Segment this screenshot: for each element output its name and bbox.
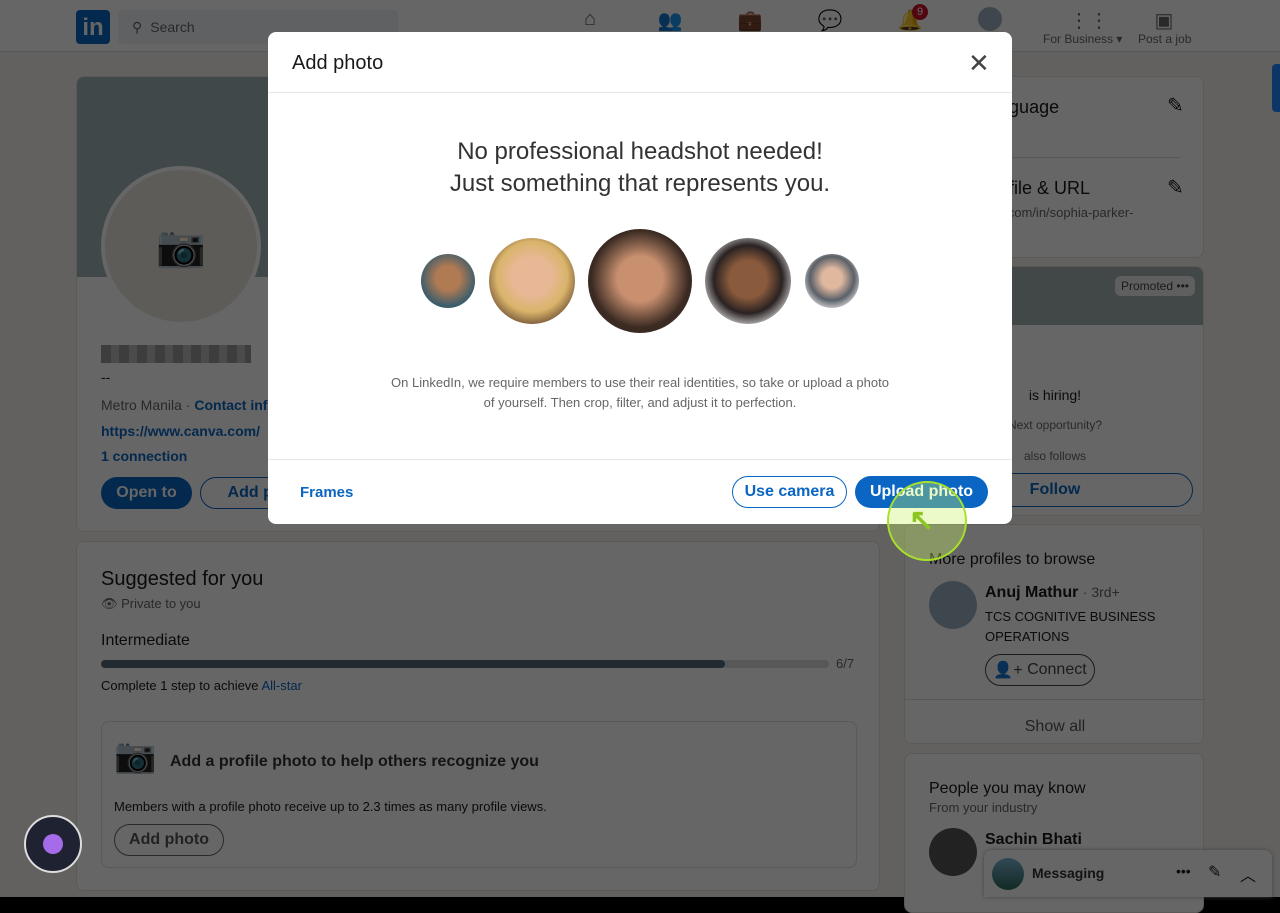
messaging-icon[interactable]: 💬 (817, 8, 843, 34)
add-photo-modal: Add photo ✕ No professional headshot nee… (268, 32, 1012, 524)
assistant-bubble[interactable] (24, 815, 82, 873)
home-icon[interactable]: ⌂ (577, 8, 603, 34)
suggestion-title: Add a profile photo to help others recog… (170, 753, 539, 770)
suggestion-desc: Members with a profile photo receive up … (114, 799, 547, 814)
add-person-icon: 👤+ (993, 662, 1023, 679)
profile-photo-placeholder[interactable]: 📷 (101, 166, 261, 326)
complete-text: Complete 1 step to achieve (101, 678, 259, 693)
location: Metro Manila · (101, 397, 191, 413)
open-to-button[interactable]: Open to (101, 477, 192, 509)
connect-button[interactable]: Connect (1027, 661, 1087, 679)
modal-headline: No professional headshot needed! (457, 138, 823, 165)
use-camera-button[interactable]: Use camera (732, 476, 847, 508)
person-name[interactable]: Sachin Bhati (985, 831, 1082, 849)
contact-info-link[interactable]: Contact info (194, 397, 276, 413)
connections-link[interactable]: 1 connection (101, 448, 187, 464)
degree: · 3rd+ (1082, 584, 1120, 600)
side-tab[interactable] (1272, 64, 1280, 112)
example-headshot (805, 254, 859, 308)
linkedin-logo[interactable]: in (76, 10, 110, 44)
progress-fill (101, 660, 725, 668)
add-photo-button[interactable]: Add photo (114, 824, 224, 856)
website-link[interactable]: https://www.canva.com/ (101, 423, 260, 439)
messaging-bar[interactable]: Messaging ••• ✎ ︿ (984, 850, 1272, 897)
post-job-link[interactable]: Post a job (1138, 32, 1191, 46)
avatar[interactable] (929, 581, 977, 629)
close-icon[interactable]: ✕ (968, 48, 990, 79)
edit-pencil-icon[interactable]: ✎ (1167, 93, 1184, 118)
progress-bar (101, 660, 829, 668)
more-profiles-card: More profiles to browse Anuj Mathur · 3r… (904, 524, 1205, 744)
progress-text: 6/7 (836, 656, 855, 671)
eye-icon: 👁 (101, 596, 118, 611)
promoted-label: Promoted (1121, 279, 1174, 293)
example-headshot (489, 238, 575, 324)
upload-photo-button[interactable]: Upload photo (855, 476, 988, 508)
avatar[interactable] (929, 828, 977, 876)
post-job-icon[interactable]: ▣ (1151, 8, 1177, 34)
more-options-icon[interactable]: ••• (1176, 279, 1189, 293)
more-profiles-title: More profiles to browse (929, 551, 1096, 568)
level-label: Intermediate (101, 632, 190, 649)
example-headshot (421, 254, 475, 308)
compose-icon[interactable]: ✎ (1208, 862, 1221, 882)
example-headshot (588, 229, 692, 333)
privacy-label: Private to you (121, 596, 201, 611)
modal-title: Add photo (292, 52, 384, 74)
camera-icon: 📷 (114, 737, 157, 775)
edit-pencil-icon[interactable]: ✎ (1167, 175, 1184, 200)
suggested-card: Suggested for you 👁 Private to you Inter… (76, 541, 880, 891)
modal-description: On LinkedIn, we require members to use t… (391, 375, 889, 410)
chevron-up-icon[interactable]: ︿ (1240, 862, 1256, 886)
people-title: People you may know (929, 780, 1086, 797)
add-photo-suggestion: 📷 Add a profile photo to help others rec… (101, 721, 857, 868)
search-icon: ⚲ (132, 18, 143, 35)
show-all-button[interactable]: Show all (905, 718, 1205, 736)
frames-button[interactable]: Frames (300, 484, 353, 501)
all-star-link[interactable]: All-star (261, 678, 301, 693)
people-subtitle: From your industry (929, 800, 1038, 815)
jobs-icon[interactable]: 💼 (737, 8, 763, 34)
me-avatar[interactable] (978, 7, 1002, 31)
example-headshot (705, 238, 791, 324)
apps-grid-icon[interactable]: ⋮⋮ (1069, 8, 1109, 34)
more-icon[interactable]: ••• (1176, 863, 1191, 879)
profile-name[interactable]: Anuj Mathur (985, 584, 1078, 601)
modal-subheadline: Just something that represents you. (449, 170, 831, 197)
avatar (992, 858, 1024, 890)
network-icon[interactable]: 👥 (657, 8, 683, 34)
messaging-label: Messaging (1032, 865, 1105, 881)
profile-company: TCS COGNITIVE BUSINESS OPERATIONS (985, 609, 1156, 644)
record-icon (43, 834, 63, 854)
notification-badge: 9 (912, 4, 928, 20)
for-business-menu[interactable]: For Business ▾ (1043, 32, 1122, 46)
suggested-title: Suggested for you (101, 568, 264, 590)
pixelated-name (101, 345, 251, 363)
headline: -- (101, 369, 111, 385)
camera-icon: 📷 (156, 224, 206, 269)
